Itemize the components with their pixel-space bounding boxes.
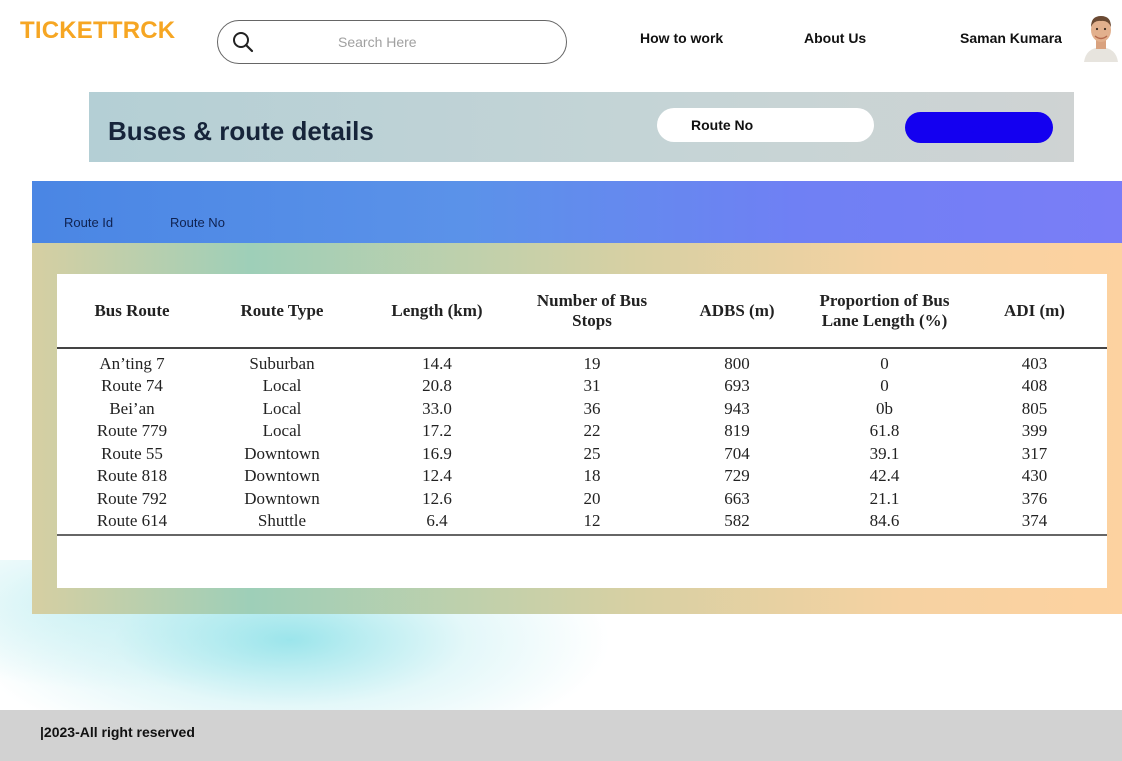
cell: 403 (1021, 354, 1048, 373)
table-row: Route 614 Shuttle 6.4 12 582 84.6 374 (57, 510, 1107, 536)
nav-how-to-work[interactable]: How to work (640, 30, 723, 46)
cell: 17.2 (422, 421, 452, 441)
cell: 84.6 (807, 510, 962, 536)
cell: 36 (583, 398, 601, 418)
cell: 819 (724, 421, 750, 441)
cell: 39.1 (869, 443, 900, 463)
footer-copyright-text: 2023-All right reserved (43, 724, 195, 740)
cell: 0 (880, 376, 889, 396)
brand-logo[interactable]: TICKETTRCK (20, 17, 175, 45)
cell: 16.9 (422, 443, 452, 463)
tab-bar (32, 181, 1122, 243)
cell: Suburban (249, 354, 315, 373)
cell: 61.8 (869, 421, 900, 441)
header-search[interactable] (217, 20, 567, 64)
footer-copyright: |2023-All right reserved (40, 724, 195, 740)
route-no-input[interactable] (657, 108, 874, 142)
user-avatar-icon (1080, 10, 1122, 62)
cell: 33.0 (422, 398, 452, 418)
col-header-bus-route: Bus Route (57, 274, 207, 349)
search-icon[interactable] (230, 29, 256, 55)
table-body: An’ting 7 Suburban 14.4 19 800 0 403 Route 74 L… (57, 348, 1107, 536)
cell: An’ting 7 (99, 354, 165, 373)
cell: 25 (583, 443, 601, 463)
cell: Downtown (244, 466, 320, 486)
table-row: Route 55 Downtown 16.9 25 704 39.1 317 (57, 443, 1107, 466)
cell: 729 (724, 466, 750, 486)
nav-about-us[interactable]: About Us (804, 30, 866, 46)
table-row: Route 74 Local 20.8 31 693 0 408 (57, 375, 1107, 398)
table-row: Route 779 Local 17.2 22 819 61.8 399 (57, 420, 1107, 443)
tab-route-id[interactable]: Route Id (64, 215, 113, 230)
cell: Route 55 (101, 443, 163, 463)
cell: 376 (1021, 488, 1048, 508)
cell: Route 779 (96, 421, 168, 441)
cell: 22 (583, 421, 601, 441)
cell: Local (262, 398, 302, 418)
cell: Local (262, 376, 302, 396)
col-header-length: Length (km) (357, 274, 517, 349)
cell: 408 (1021, 376, 1048, 396)
cell: 374 (962, 510, 1107, 536)
cell: Downtown (244, 443, 320, 463)
search-input[interactable] (338, 31, 538, 53)
cell: Route 792 (96, 488, 168, 508)
cell: 19 (583, 354, 601, 373)
cell: 12 (517, 510, 667, 536)
cell: Downtown (244, 488, 320, 508)
page-title: Buses & route details (108, 116, 374, 146)
cell: 6.4 (357, 510, 517, 536)
avatar[interactable] (1080, 10, 1122, 62)
col-header-adi: ADI (m) (962, 274, 1107, 349)
col-header-bus-lane: Proportion of Bus Lane Length (%) (807, 274, 962, 349)
cell: 12.6 (422, 488, 452, 508)
cell: 317 (1021, 443, 1048, 463)
cell: 800 (724, 354, 750, 373)
tab-route-no[interactable]: Route No (170, 215, 225, 230)
cell: 42.4 (869, 466, 900, 486)
cell: 704 (724, 443, 750, 463)
cell: 663 (724, 488, 750, 508)
col-header-route-type: Route Type (207, 274, 357, 349)
cell: Route 614 (57, 510, 207, 536)
table-header-row: Bus Route Route Type Length (km) Number … (57, 274, 1107, 349)
cell: Route 74 (101, 376, 163, 396)
cell: Bei’an (109, 398, 155, 418)
cell: 31 (583, 376, 601, 396)
cell: 12.4 (422, 466, 452, 486)
col-header-adbs: ADBS (m) (667, 274, 807, 349)
cell: 21.1 (869, 488, 900, 508)
cell: 399 (1021, 421, 1048, 441)
cell: Route 818 (96, 466, 168, 486)
search-button[interactable]: Search (905, 112, 1053, 143)
table-row: Route 818 Downtown 12.4 18 729 42.4 430 (57, 465, 1107, 488)
cell: Shuttle (207, 510, 357, 536)
cell: 430 (1021, 466, 1048, 486)
cell: 0 (880, 354, 889, 373)
cell: 20.8 (422, 376, 452, 396)
table-row: Bei’an Local 33.0 36 943 0b 805 (57, 398, 1107, 421)
routes-table: Bus Route Route Type Length (km) Number … (57, 274, 1107, 536)
cell: Local (262, 421, 302, 441)
cell: 18 (583, 466, 601, 486)
cell: 582 (667, 510, 807, 536)
cell: 14.4 (422, 354, 452, 373)
cell: 20 (583, 488, 601, 508)
col-header-bus-stops: Number of Bus Stops (517, 274, 667, 349)
user-name[interactable]: Saman Kumara (960, 30, 1062, 46)
table-row: An’ting 7 Suburban 14.4 19 800 0 403 (57, 348, 1107, 375)
table-row: Route 792 Downtown 12.6 20 663 21.1 376 (57, 488, 1107, 511)
cell: 805 (1021, 398, 1048, 418)
cell: 693 (724, 376, 750, 396)
cell: 0b (876, 398, 893, 418)
cell: 943 (724, 398, 750, 418)
